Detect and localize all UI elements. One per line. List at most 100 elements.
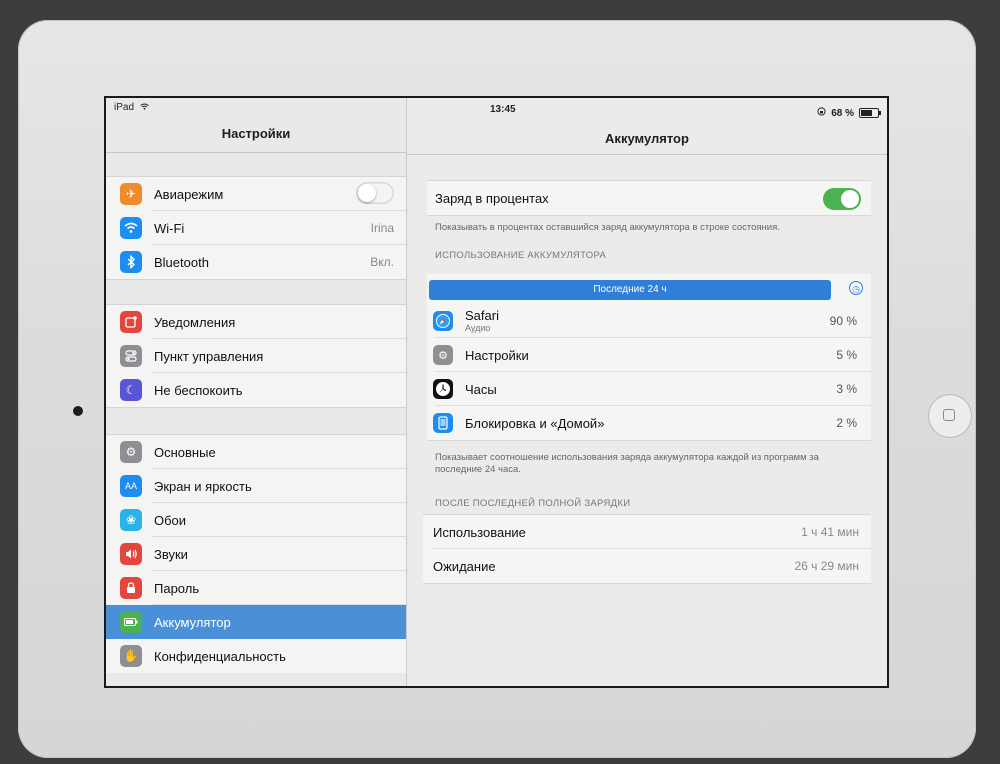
clock-history-icon[interactable]: ◷ [849,281,863,295]
app-usage-row-clock[interactable]: Часы 3 % [427,372,871,406]
sidebar-item-label: Авиарежим [154,186,224,202]
status-time: 13:45 [490,104,516,115]
battery-percent-card: Заряд в процентах [427,180,871,216]
sidebar-item-bluetooth[interactable]: Bluetooth Вкл. [106,245,406,279]
wifi-status-icon [139,102,149,113]
sidebar-header-divider [106,152,406,153]
app-usage-row-settings[interactable]: ⚙ Настройки 5 % [427,338,871,372]
standby-row: Ожидание 26 ч 29 мин [423,549,871,583]
app-percent: 5 % [836,348,857,362]
lock-home-icon [433,413,453,433]
sidebar-item-do-not-disturb[interactable]: ☾ Не беспокоить [106,373,406,407]
sidebar-item-wifi[interactable]: Wi-Fi Irina [106,211,406,245]
usage-row: Использование 1 ч 41 мин [423,515,871,549]
battery-detail-pane: Аккумулятор Заряд в процентах Показывать… [407,98,887,686]
status-right: 68 % [817,107,881,119]
standby-label: Ожидание [433,558,496,574]
display-icon: AA [120,475,142,497]
device-name: iPad [114,102,135,113]
sidebar-item-label: Wi-Fi [154,220,185,236]
detail-title: Аккумулятор [605,131,689,146]
sidebar-item-battery[interactable]: Аккумулятор [106,605,406,639]
sidebar-item-privacy[interactable]: ✋ Конфиденциальность [106,639,406,673]
app-usage-row-safari[interactable]: Safari Аудио 90 % [427,304,871,338]
sidebar-item-label: Bluetooth [154,254,209,270]
sidebar-group-general: ⚙ Основные AA Экран и яркость ❀ Обои Зву… [106,434,406,673]
battery-percent-toggle[interactable] [823,188,861,210]
battery-icon [120,611,142,633]
app-name: Блокировка и «Домой» [465,415,605,431]
sidebar-group-connectivity: ✈ Авиарежим Wi-Fi Irina Bluetooth Вкл. [106,176,406,280]
sidebar-item-airplane[interactable]: ✈ Авиарежим [106,177,406,211]
settings-sidebar: Настройки ✈ Авиарежим Wi-Fi Irina Blueto… [106,98,407,686]
safari-icon [433,311,453,331]
usage-value: 1 ч 41 мин [801,525,859,539]
app-percent: 90 % [829,314,857,328]
sidebar-item-label: Не беспокоить [154,382,243,398]
bluetooth-value: Вкл. [370,255,394,269]
wifi-network-value: Irina [370,221,394,235]
sidebar-group-notifications: Уведомления Пункт управления ☾ Не беспок… [106,304,406,408]
home-square-icon [943,409,955,421]
sidebar-item-label: Экран и яркость [154,478,252,494]
sidebar-item-label: Пароль [154,580,200,596]
usage-period-bar: Последние 24 ч ◷ [427,274,871,304]
notifications-icon [120,311,142,333]
app-percent: 2 % [836,416,857,430]
sidebar-item-control-center[interactable]: Пункт управления [106,339,406,373]
sidebar-item-label: Конфиденциальность [154,648,286,664]
sidebar-item-label: Пункт управления [154,348,264,364]
battery-percent-row[interactable]: Заряд в процентах [427,181,871,215]
app-percent: 3 % [836,382,857,396]
sidebar-item-label: Звуки [154,546,188,562]
battery-percent-note: Показывать в процентах оставшийся заряд … [435,222,780,233]
app-name: Настройки [465,347,529,363]
sidebar-item-label: Основные [154,444,216,460]
detail-header-divider [407,154,887,155]
battery-percent-text: 68 % [831,107,854,119]
wifi-icon [120,217,142,239]
sidebar-item-label: Уведомления [154,314,236,330]
app-activity: Аудио [465,323,491,333]
usage-label: Использование [433,524,526,540]
rotation-lock-icon [817,107,826,119]
control-center-icon [120,345,142,367]
status-bar: iPad 13:45 68 % [106,98,887,119]
status-battery-icon [859,108,881,118]
sidebar-item-label: Обои [154,512,187,528]
sidebar-item-wallpaper[interactable]: ❀ Обои [106,503,406,537]
front-camera [73,406,83,416]
sound-icon [120,543,142,565]
since-charge-card: Использование 1 ч 41 мин Ожидание 26 ч 2… [423,514,871,584]
settings-app-icon: ⚙ [433,345,453,365]
standby-value: 26 ч 29 мин [794,559,859,573]
home-button[interactable] [928,394,972,438]
sidebar-item-general[interactable]: ⚙ Основные [106,435,406,469]
status-device: iPad [114,102,149,113]
screen: Настройки ✈ Авиарежим Wi-Fi Irina Blueto… [104,96,889,688]
app-name: Safari [465,308,499,323]
hand-icon: ✋ [120,645,142,667]
sidebar-item-display[interactable]: AA Экран и яркость [106,469,406,503]
airplane-icon: ✈ [120,183,142,205]
gear-icon: ⚙ [120,441,142,463]
usage-section-header: ИСПОЛЬЗОВАНИЕ АККУМУЛЯТОРА [435,250,607,261]
airplane-toggle[interactable] [356,182,394,204]
clock-app-icon [433,379,453,399]
app-name: Часы [465,381,497,397]
sidebar-title: Настройки [221,126,291,141]
sidebar-item-passcode[interactable]: Пароль [106,571,406,605]
app-usage-row-lock-home[interactable]: Блокировка и «Домой» 2 % [427,406,871,440]
sidebar-item-notifications[interactable]: Уведомления [106,305,406,339]
last-24h-segment[interactable]: Последние 24 ч [429,280,831,300]
moon-icon: ☾ [120,379,142,401]
app-usage-note: Показывает соотношение использования зар… [435,452,819,475]
since-charge-header: ПОСЛЕ ПОСЛЕДНЕЙ ПОЛНОЙ ЗАРЯДКИ [435,498,631,509]
lock-icon [120,577,142,599]
app-usage-list: Safari Аудио 90 % ⚙ Настройки 5 % Часы 3… [427,304,871,441]
toggle-knob [358,184,376,202]
bluetooth-icon [120,251,142,273]
sidebar-item-sounds[interactable]: Звуки [106,537,406,571]
sidebar-item-label: Аккумулятор [154,614,231,630]
wallpaper-icon: ❀ [120,509,142,531]
